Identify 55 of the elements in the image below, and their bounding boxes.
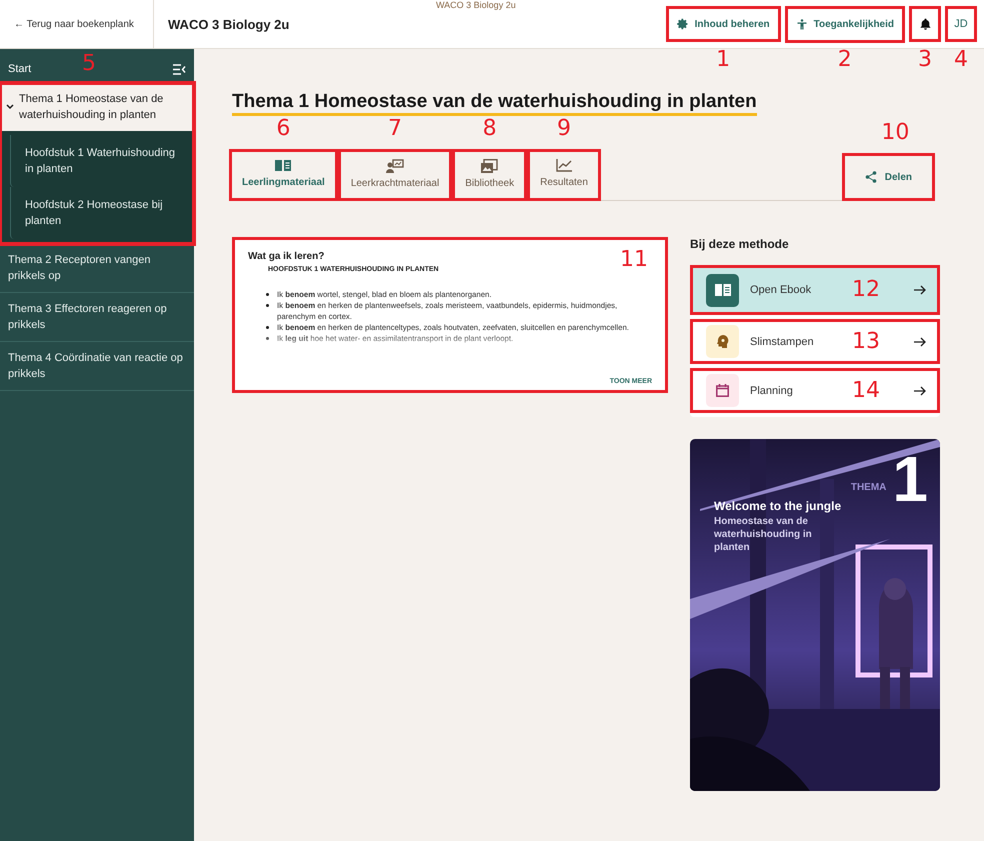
book-icon bbox=[275, 159, 292, 172]
head-icon bbox=[706, 325, 739, 358]
callout-number: 9 bbox=[557, 118, 572, 140]
callout-number: 10 bbox=[881, 122, 910, 144]
tab[interactable]: Leerlingmateriaal bbox=[232, 152, 335, 198]
callout-number: 5 bbox=[82, 53, 96, 75]
callout-number: 11 bbox=[620, 249, 648, 271]
theme-menu-item[interactable]: Thema 3 Effectoren reageren op prikkels bbox=[0, 293, 194, 341]
book-title: WACO 3 Biology 2u bbox=[168, 16, 290, 32]
arrow-right-icon bbox=[914, 285, 926, 295]
callout-number: 2 bbox=[838, 48, 852, 70]
share-button[interactable]: Delen bbox=[844, 156, 932, 198]
callout-number: 8 bbox=[482, 118, 497, 140]
collapse-menu-icon[interactable] bbox=[173, 64, 186, 74]
callout-number: 14 bbox=[852, 380, 880, 402]
callout-number: 7 bbox=[388, 118, 402, 140]
chapter-menu-item[interactable]: Hoofdstuk 1 Waterhuishouding in planten bbox=[10, 135, 186, 187]
theme-menu-item[interactable]: Thema 2 Receptoren vangen prikkels op bbox=[0, 244, 194, 292]
card-title: Wat ga ik leren? bbox=[248, 251, 324, 262]
theme-menu-item[interactable]: Thema 4 Coördinatie van reactie op prikkels bbox=[0, 342, 194, 390]
tab[interactable]: Resultaten bbox=[530, 152, 598, 198]
line-chart-icon bbox=[556, 159, 572, 172]
settings-icon bbox=[676, 18, 689, 30]
person-icon bbox=[796, 18, 808, 30]
bell-icon bbox=[918, 17, 932, 31]
callout-number: 12 bbox=[852, 279, 880, 301]
images-icon bbox=[481, 159, 498, 173]
cover-label: THEMA bbox=[850, 482, 886, 493]
theme-menu-item[interactable]: Thema 1 Homeostase van de waterhuishouding in planten bbox=[0, 83, 194, 131]
notifications-button[interactable] bbox=[912, 9, 938, 39]
top-caption: WACO 3 Biology 2u bbox=[436, 0, 516, 10]
section-heading: Bij deze methode bbox=[690, 237, 790, 251]
chapter-menu-item[interactable]: Hoofdstuk 2 Homeostase bij planten bbox=[10, 187, 186, 239]
share-icon bbox=[864, 171, 877, 183]
back-link[interactable]: ← Terug naar boekenplank bbox=[0, 18, 153, 30]
calendar-icon bbox=[706, 374, 739, 407]
ebook-icon bbox=[706, 274, 739, 306]
start-link[interactable]: Start bbox=[8, 63, 32, 75]
cover-number: 1 bbox=[892, 447, 928, 511]
manage-content-button[interactable]: Inhoud beheren bbox=[668, 9, 778, 39]
callout-number: 1 bbox=[716, 49, 730, 71]
tab[interactable]: Bibliotheek bbox=[455, 152, 524, 198]
callout-number: 6 bbox=[276, 118, 290, 140]
cover-title: Welcome to the jungle bbox=[714, 499, 842, 513]
callout-number: 3 bbox=[918, 49, 932, 71]
teacher-board-icon bbox=[386, 159, 404, 173]
tab[interactable]: Leerkrachtmateriaal bbox=[340, 152, 450, 198]
arrow-right-icon bbox=[914, 336, 926, 346]
user-avatar[interactable]: JD bbox=[948, 9, 974, 39]
cover-subtitle: Homeostase van de waterhuishouding in planten bbox=[714, 515, 813, 554]
arrow-right-icon bbox=[914, 386, 926, 396]
callout-number: 4 bbox=[954, 49, 968, 71]
accessibility-button[interactable]: Toegankelijkheid bbox=[788, 8, 902, 40]
page-title: Thema 1 Homeostase van de waterhuishouding in planten bbox=[232, 91, 757, 116]
callout-number: 13 bbox=[852, 330, 880, 352]
